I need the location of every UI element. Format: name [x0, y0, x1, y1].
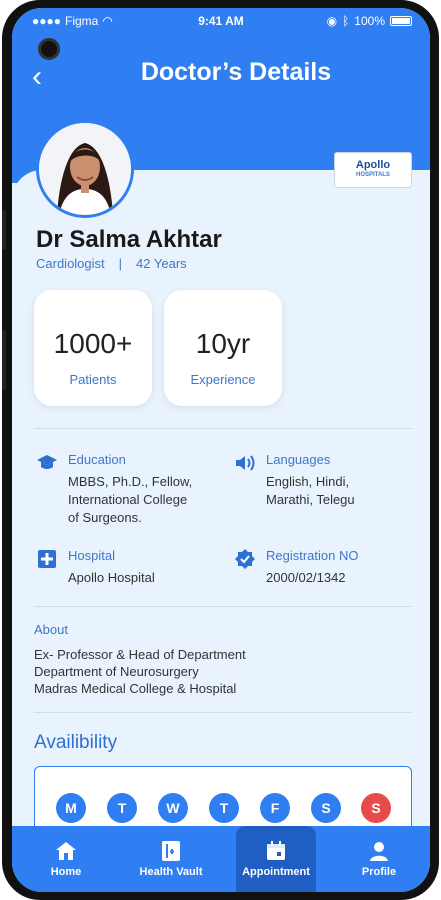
battery-label: 100%: [354, 14, 385, 28]
vault-icon: [130, 836, 212, 866]
divider: [34, 606, 412, 607]
phone-frame: ●●●● Figma ◠ 9:41 AM ◉ ᛒ 100% ‹ Doctor’s…: [2, 0, 439, 900]
info-languages: Languages English, Hindi, Marathi, Teleg…: [234, 452, 355, 509]
speaker-icon: [234, 452, 256, 474]
bottom-nav: Home Health Vault Appointment Profile: [12, 826, 430, 892]
divider: [34, 428, 412, 429]
verified-badge-icon: [234, 548, 256, 570]
about-text: Ex- Professor & Head of Department Depar…: [34, 646, 246, 697]
status-bar: ●●●● Figma ◠ 9:41 AM ◉ ᛒ 100%: [12, 12, 430, 32]
nav-profile[interactable]: Profile: [344, 826, 414, 892]
side-button: [2, 330, 6, 390]
stat-label: Experience: [190, 372, 256, 387]
day-saturday[interactable]: S: [311, 793, 341, 823]
divider: [34, 712, 412, 713]
info-hospital: Hospital Apollo Hospital: [36, 548, 155, 587]
nav-appointment[interactable]: Appointment: [236, 826, 316, 892]
doctor-name: Dr Salma Akhtar: [36, 226, 222, 253]
about-line: Department of Neurosurgery: [34, 664, 199, 679]
logo-name: Apollo: [355, 159, 391, 171]
home-icon: [30, 836, 102, 866]
info-label: Education: [68, 452, 126, 467]
profile-icon: [344, 836, 414, 866]
doctor-subtitle: Cardiologist | 42 Years: [36, 256, 187, 271]
hospital-logo: Apollo HOSPITALS: [334, 152, 412, 188]
info-education: Education MBBS, Ph.D., Fellow, Internati…: [36, 452, 192, 527]
doctor-specialty: Cardiologist: [36, 256, 105, 271]
screen: ●●●● Figma ◠ 9:41 AM ◉ ᛒ 100% ‹ Doctor’s…: [12, 8, 430, 892]
side-button: [2, 210, 6, 250]
info-label: Registration NO: [266, 548, 359, 563]
stat-value: 10yr: [195, 328, 251, 359]
nav-home[interactable]: Home: [30, 826, 102, 892]
registration-value: 2000/02/1342: [266, 570, 346, 585]
nav-label: Profile: [361, 866, 397, 878]
back-button[interactable]: ‹: [32, 62, 42, 92]
education-line: International College: [68, 492, 188, 507]
logo-subtitle: HOSPITALS: [356, 172, 390, 178]
hospital-cross-icon: [36, 548, 58, 570]
availability-title: Availibility: [34, 732, 118, 753]
stat-card-patients: 1000+ Patients: [34, 290, 152, 406]
education-line: of Surgeons.: [68, 510, 142, 525]
hospital-value: Apollo Hospital: [68, 570, 155, 585]
languages-line: English, Hindi,: [266, 474, 350, 489]
stat-value: 1000+: [53, 328, 133, 359]
nav-health-vault[interactable]: Health Vault: [130, 826, 212, 892]
doctor-avatar: [36, 120, 134, 218]
stat-card-experience: 10yr Experience: [164, 290, 282, 406]
day-sunday[interactable]: S: [361, 793, 391, 823]
camera-notch: [38, 38, 60, 60]
day-tuesday[interactable]: T: [107, 793, 137, 823]
calendar-icon: [236, 836, 316, 866]
stat-label: Patients: [69, 372, 117, 387]
alarm-icon: ◉: [326, 14, 338, 28]
separator: |: [118, 256, 123, 271]
about-label: About: [34, 622, 68, 637]
doctor-age: 42 Years: [136, 256, 187, 271]
status-right: ◉ ᛒ 100%: [327, 14, 412, 28]
about-line: Madras Medical College & Hospital: [34, 681, 237, 696]
info-label: Hospital: [68, 548, 115, 563]
languages-line: Marathi, Telegu: [266, 492, 355, 507]
day-monday[interactable]: M: [56, 793, 86, 823]
day-wednesday[interactable]: W: [158, 793, 188, 823]
bluetooth-icon: ᛒ: [342, 14, 350, 28]
about-line: Ex- Professor & Head of Department: [34, 647, 246, 662]
info-label: Languages: [266, 452, 331, 467]
day-friday[interactable]: F: [260, 793, 290, 823]
info-registration: Registration NO 2000/02/1342: [234, 548, 358, 587]
nav-label: Appointment: [242, 866, 310, 878]
day-thursday[interactable]: T: [209, 793, 239, 823]
education-line: MBBS, Ph.D., Fellow,: [68, 474, 193, 489]
nav-label: Home: [50, 866, 82, 878]
nav-label: Health Vault: [139, 866, 203, 878]
page-title: Doctor’s Details: [140, 58, 332, 86]
battery-icon: [390, 16, 412, 26]
graduation-cap-icon: [36, 452, 58, 474]
